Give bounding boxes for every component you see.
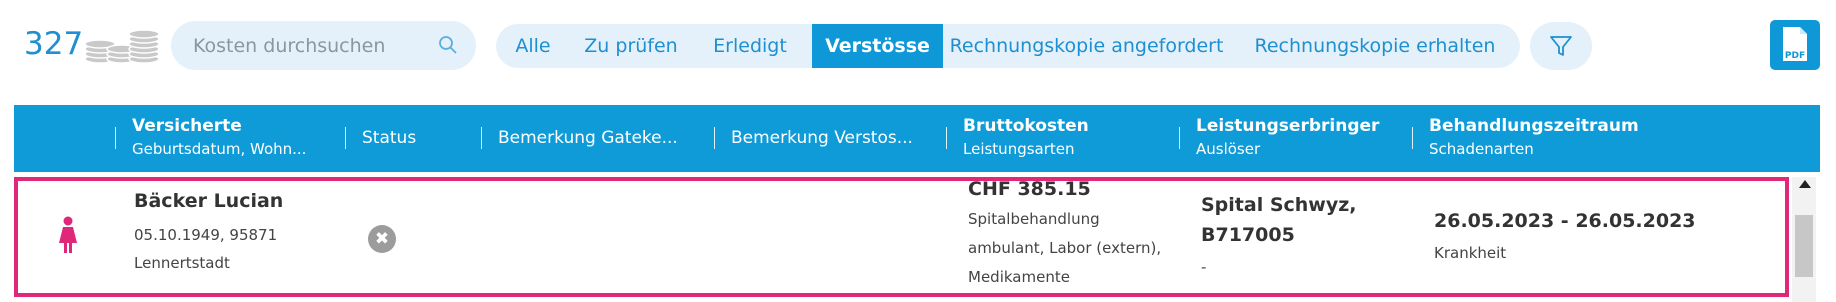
provider-name: Spital Schwyz, — [1201, 194, 1357, 216]
status-filter-bar: Alle Zu prüfen Erledigt Verstösse Rechnu… — [496, 24, 1520, 68]
insured-birthdate-zip: 05.10.1949, 95871 — [134, 226, 278, 244]
column-separator — [1412, 127, 1413, 149]
column-header-behandlungszeitraum[interactable]: Behandlungszeitraum Schadenarten — [1429, 115, 1639, 161]
toolbar: 327 Alle Zu prüfen Erledigt Verstösse Re… — [0, 0, 1836, 90]
funnel-icon — [1550, 36, 1572, 56]
filter-rechnungskopie-erhalten[interactable]: Rechnungskopie erhalten — [1230, 24, 1520, 68]
search-input[interactable] — [191, 33, 435, 58]
service-type-line: Medikamente — [968, 268, 1070, 286]
vertical-scrollbar[interactable] — [1792, 177, 1816, 302]
pdf-label: PDF — [1784, 51, 1806, 61]
pdf-export-button[interactable]: PDF — [1770, 20, 1820, 70]
column-header-bemerkung-gatekeeper[interactable]: Bemerkung Gateke... — [498, 127, 678, 150]
column-header-status[interactable]: Status — [362, 127, 416, 150]
filter-verstoesse[interactable]: Verstösse — [812, 24, 943, 68]
column-header-sub: Auslöser — [1196, 140, 1261, 158]
result-count: 327 — [24, 26, 84, 62]
column-header-sub: Geburtsdatum, Wohn... — [132, 140, 307, 158]
search-box[interactable] — [171, 21, 476, 70]
column-separator — [946, 127, 947, 149]
column-header-sub: Leistungsarten — [963, 140, 1075, 158]
column-separator — [115, 127, 116, 149]
provider-id: B717005 — [1201, 224, 1295, 246]
trigger: - — [1201, 258, 1207, 276]
column-header-main: Versicherte — [132, 116, 242, 136]
filter-erledigt[interactable]: Erledigt — [692, 24, 808, 68]
column-header-versicherte[interactable]: Versicherte Geburtsdatum, Wohn... — [132, 115, 306, 161]
table-row[interactable]: Bäcker Lucian 05.10.1949, 95871 Lennerts… — [14, 177, 1789, 297]
column-separator — [345, 127, 346, 149]
filter-zu-pruefen[interactable]: Zu prüfen — [570, 24, 692, 68]
column-header-main: Leistungserbringer — [1196, 116, 1380, 136]
service-type-line: ambulant, Labor (extern), — [968, 239, 1162, 257]
column-header-main: Bruttokosten — [963, 116, 1089, 136]
female-person-icon — [59, 216, 77, 253]
insured-name: Bäcker Lucian — [134, 190, 284, 212]
table-header: Versicherte Geburtsdatum, Wohn... Status… — [14, 105, 1820, 172]
damage-type: Krankheit — [1434, 244, 1507, 262]
column-separator — [481, 127, 482, 149]
column-header-main: Behandlungszeitraum — [1429, 116, 1639, 136]
column-header-leistungserbringer[interactable]: Leistungserbringer Auslöser — [1196, 115, 1379, 161]
gross-cost: CHF 385.15 — [968, 178, 1091, 200]
treatment-period: 26.05.2023 - 26.05.2023 — [1434, 210, 1696, 232]
filter-rechnungskopie-angefordert[interactable]: Rechnungskopie angefordert — [943, 24, 1230, 68]
service-type-line: Spitalbehandlung — [968, 210, 1100, 228]
scroll-up-arrow-icon[interactable] — [1799, 180, 1811, 188]
column-header-bruttokosten[interactable]: Bruttokosten Leistungsarten — [963, 115, 1089, 161]
column-header-sub: Schadenarten — [1429, 140, 1534, 158]
filter-button[interactable] — [1530, 22, 1592, 70]
filter-alle[interactable]: Alle — [496, 24, 570, 68]
insured-city: Lennertstadt — [134, 254, 230, 272]
search-icon[interactable] — [438, 35, 458, 55]
column-separator — [1179, 127, 1180, 149]
column-header-bemerkung-verstoss[interactable]: Bemerkung Verstos... — [731, 127, 913, 150]
x-circle-icon: ✖ — [368, 225, 396, 253]
scrollbar-thumb[interactable] — [1795, 215, 1813, 277]
coins-icon — [84, 29, 160, 63]
column-separator — [714, 127, 715, 149]
